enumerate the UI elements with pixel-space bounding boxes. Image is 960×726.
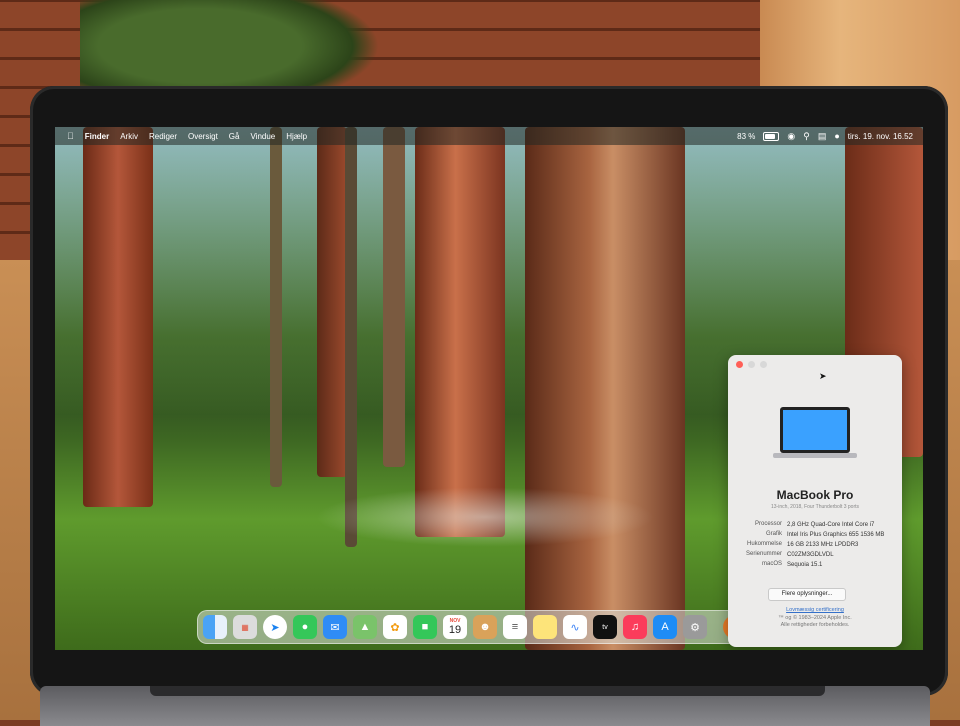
spec-row: Grafik Intel Iris Plus Graphics 655 1536… [734,531,896,539]
search-icon[interactable]: ⚲ [803,131,810,141]
model-subtitle: 13-inch, 2018, Four Thunderbolt 3 ports [770,504,860,510]
laptop-hinge [150,686,825,696]
freeform-icon[interactable]: ∿ [563,615,587,639]
wifi-icon[interactable]: ◉ [787,131,795,141]
spec-row: macOS Sequoia 15.1 [734,561,896,569]
zoom-button[interactable] [760,361,767,368]
mist [315,487,655,547]
control-center-icon[interactable]: ▤ [818,131,827,141]
tree-trunk [83,127,153,507]
system-settings-icon[interactable]: ⚙ [683,615,707,639]
battery-icon[interactable] [763,131,780,141]
tree-trunk [525,127,685,650]
menu-bar:  Finder Arkiv Rediger Oversigt Gå Vindu… [55,127,923,145]
screen:  Finder Arkiv Rediger Oversigt Gå Vindu… [55,127,923,650]
mouse-pointer-icon: ➤ [819,371,827,381]
tree-trunk [415,127,505,537]
spec-label: macOS [761,561,782,567]
house-plant [80,0,380,90]
tree-trunk [317,127,347,477]
menu-arkiv[interactable]: Arkiv [120,132,138,141]
menu-oversigt[interactable]: Oversigt [188,132,218,141]
spec-row: Serienummer C02ZM3GDLVDL [734,551,896,559]
regulatory-certification-link[interactable]: Lovmæssig certificering [728,607,902,613]
tree-trunk [270,127,282,487]
about-this-mac-window: MacBook Pro 13-inch, 2018, Four Thunderb… [728,355,902,647]
spec-label: Grafik [765,531,782,537]
spec-label: Processor [754,521,782,527]
copyright-text: ™ og © 1983–2024 Apple Inc. Alle rettigh… [728,615,902,629]
menu-hjaelp[interactable]: Hjælp [286,132,307,141]
spec-value: Sequoia 15.1 [787,562,823,568]
minimize-button[interactable] [748,361,755,368]
menu-finder[interactable]: Finder [85,132,109,141]
spec-value: C02ZM3GDLVDL [787,552,834,558]
messages-icon[interactable]: ● [293,615,317,639]
menu-rediger[interactable]: Rediger [149,132,177,141]
menu-clock[interactable]: tirs. 19. nov. 16.52 [848,132,913,141]
spec-row: Processor 2,8 GHz Quad-Core Intel Core i… [734,521,896,529]
reminders-icon[interactable]: ≡ [503,615,527,639]
spec-value: 2,8 GHz Quad-Core Intel Core i7 [787,522,875,528]
notes-icon[interactable] [533,615,557,639]
more-info-button[interactable]: Flere oplysninger... [768,588,846,601]
macbook-icon [773,407,857,458]
safari-icon[interactable]: ➤ [263,615,287,639]
calendar-day: 19 [448,624,462,636]
spec-row: Hukommelse 16 GB 2133 MHz LPDDR3 [734,541,896,549]
window-controls [736,361,767,368]
menu-ga[interactable]: Gå [229,132,240,141]
spec-label: Hukommelse [746,541,782,547]
copyright-line: Alle rettigheder forbeholdes. [780,622,850,628]
maps-icon[interactable]: ▲ [353,615,377,639]
copyright-line: ™ og © 1983–2024 Apple Inc. [778,615,852,621]
spec-value: Intel Iris Plus Graphics 655 1536 MB [787,532,885,538]
tree-trunk [383,127,405,467]
dock: ▦ ➤ ● ✉ ▲ ✿ ■ NOV 19 ☻ ≡ ∿ tv ♫ A ⚙ ↯ 🗑 [197,610,781,644]
mail-icon[interactable]: ✉ [323,615,347,639]
photos-icon[interactable]: ✿ [383,615,407,639]
tree-trunk [345,127,357,547]
music-icon[interactable]: ♫ [623,615,647,639]
siri-icon[interactable]: ● [834,131,839,141]
spec-label: Serienummer [745,551,782,557]
close-button[interactable] [736,361,743,368]
contacts-icon[interactable]: ☻ [473,615,497,639]
tv-icon[interactable]: tv [593,615,617,639]
model-name: MacBook Pro [776,488,854,502]
apple-icon[interactable]:  [67,131,74,141]
spec-list: Processor 2,8 GHz Quad-Core Intel Core i… [734,521,896,571]
facetime-icon[interactable]: ■ [413,615,437,639]
menu-vindue[interactable]: Vindue [250,132,275,141]
battery-percent: 83 % [737,131,756,141]
finder-icon[interactable] [203,615,227,639]
launchpad-icon[interactable]: ▦ [233,615,257,639]
spec-value: 16 GB 2133 MHz LPDDR3 [787,542,859,548]
app-store-icon[interactable]: A [653,615,677,639]
calendar-icon[interactable]: NOV 19 [443,615,467,639]
